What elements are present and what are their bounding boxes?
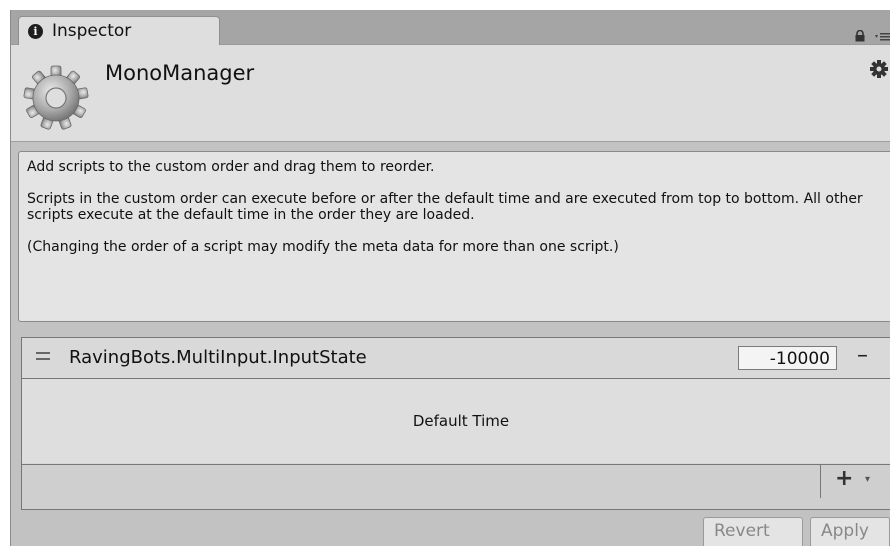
settings-gear-icon[interactable]: [869, 59, 889, 79]
dropdown-arrow-icon: ▾: [865, 474, 871, 485]
tab-inspector[interactable]: i Inspector: [18, 16, 220, 46]
info-icon: i: [28, 24, 43, 39]
tab-bar: i Inspector: [11, 10, 890, 46]
panel-menu-icon[interactable]: [875, 32, 890, 42]
drag-handle-icon[interactable]: [36, 352, 50, 362]
default-time-label: Default Time: [412, 412, 510, 430]
plus-icon: +: [835, 466, 854, 491]
script-name: RavingBots.MultiInput.InputState: [69, 347, 367, 368]
component-title: MonoManager: [105, 61, 255, 85]
apply-button[interactable]: Apply: [810, 517, 890, 546]
default-time-row: Default Time: [22, 379, 890, 463]
remove-button[interactable]: –: [857, 343, 868, 368]
help-text: (Changing the order of a script may modi…: [27, 239, 619, 255]
help-text: Scripts in the custom order can execute …: [27, 191, 863, 223]
revert-button[interactable]: Revert: [703, 517, 803, 546]
tab-label: Inspector: [52, 21, 132, 41]
help-box: Add scripts to the custom order and drag…: [18, 151, 890, 322]
add-script-button[interactable]: + ▾: [820, 464, 890, 498]
script-row[interactable]: RavingBots.MultiInput.InputState -10000 …: [22, 338, 890, 379]
inspector-window: i Inspector MonoManager Add scripts to t…: [10, 10, 890, 546]
list-footer: + ▾: [22, 464, 890, 509]
lock-icon[interactable]: [854, 30, 866, 42]
execution-order-list: RavingBots.MultiInput.InputState -10000 …: [21, 337, 890, 510]
component-header: MonoManager: [11, 45, 890, 142]
help-text: Add scripts to the custom order and drag…: [27, 159, 435, 175]
order-value-field[interactable]: -10000: [738, 346, 837, 370]
gear-cog-icon: [23, 65, 89, 130]
